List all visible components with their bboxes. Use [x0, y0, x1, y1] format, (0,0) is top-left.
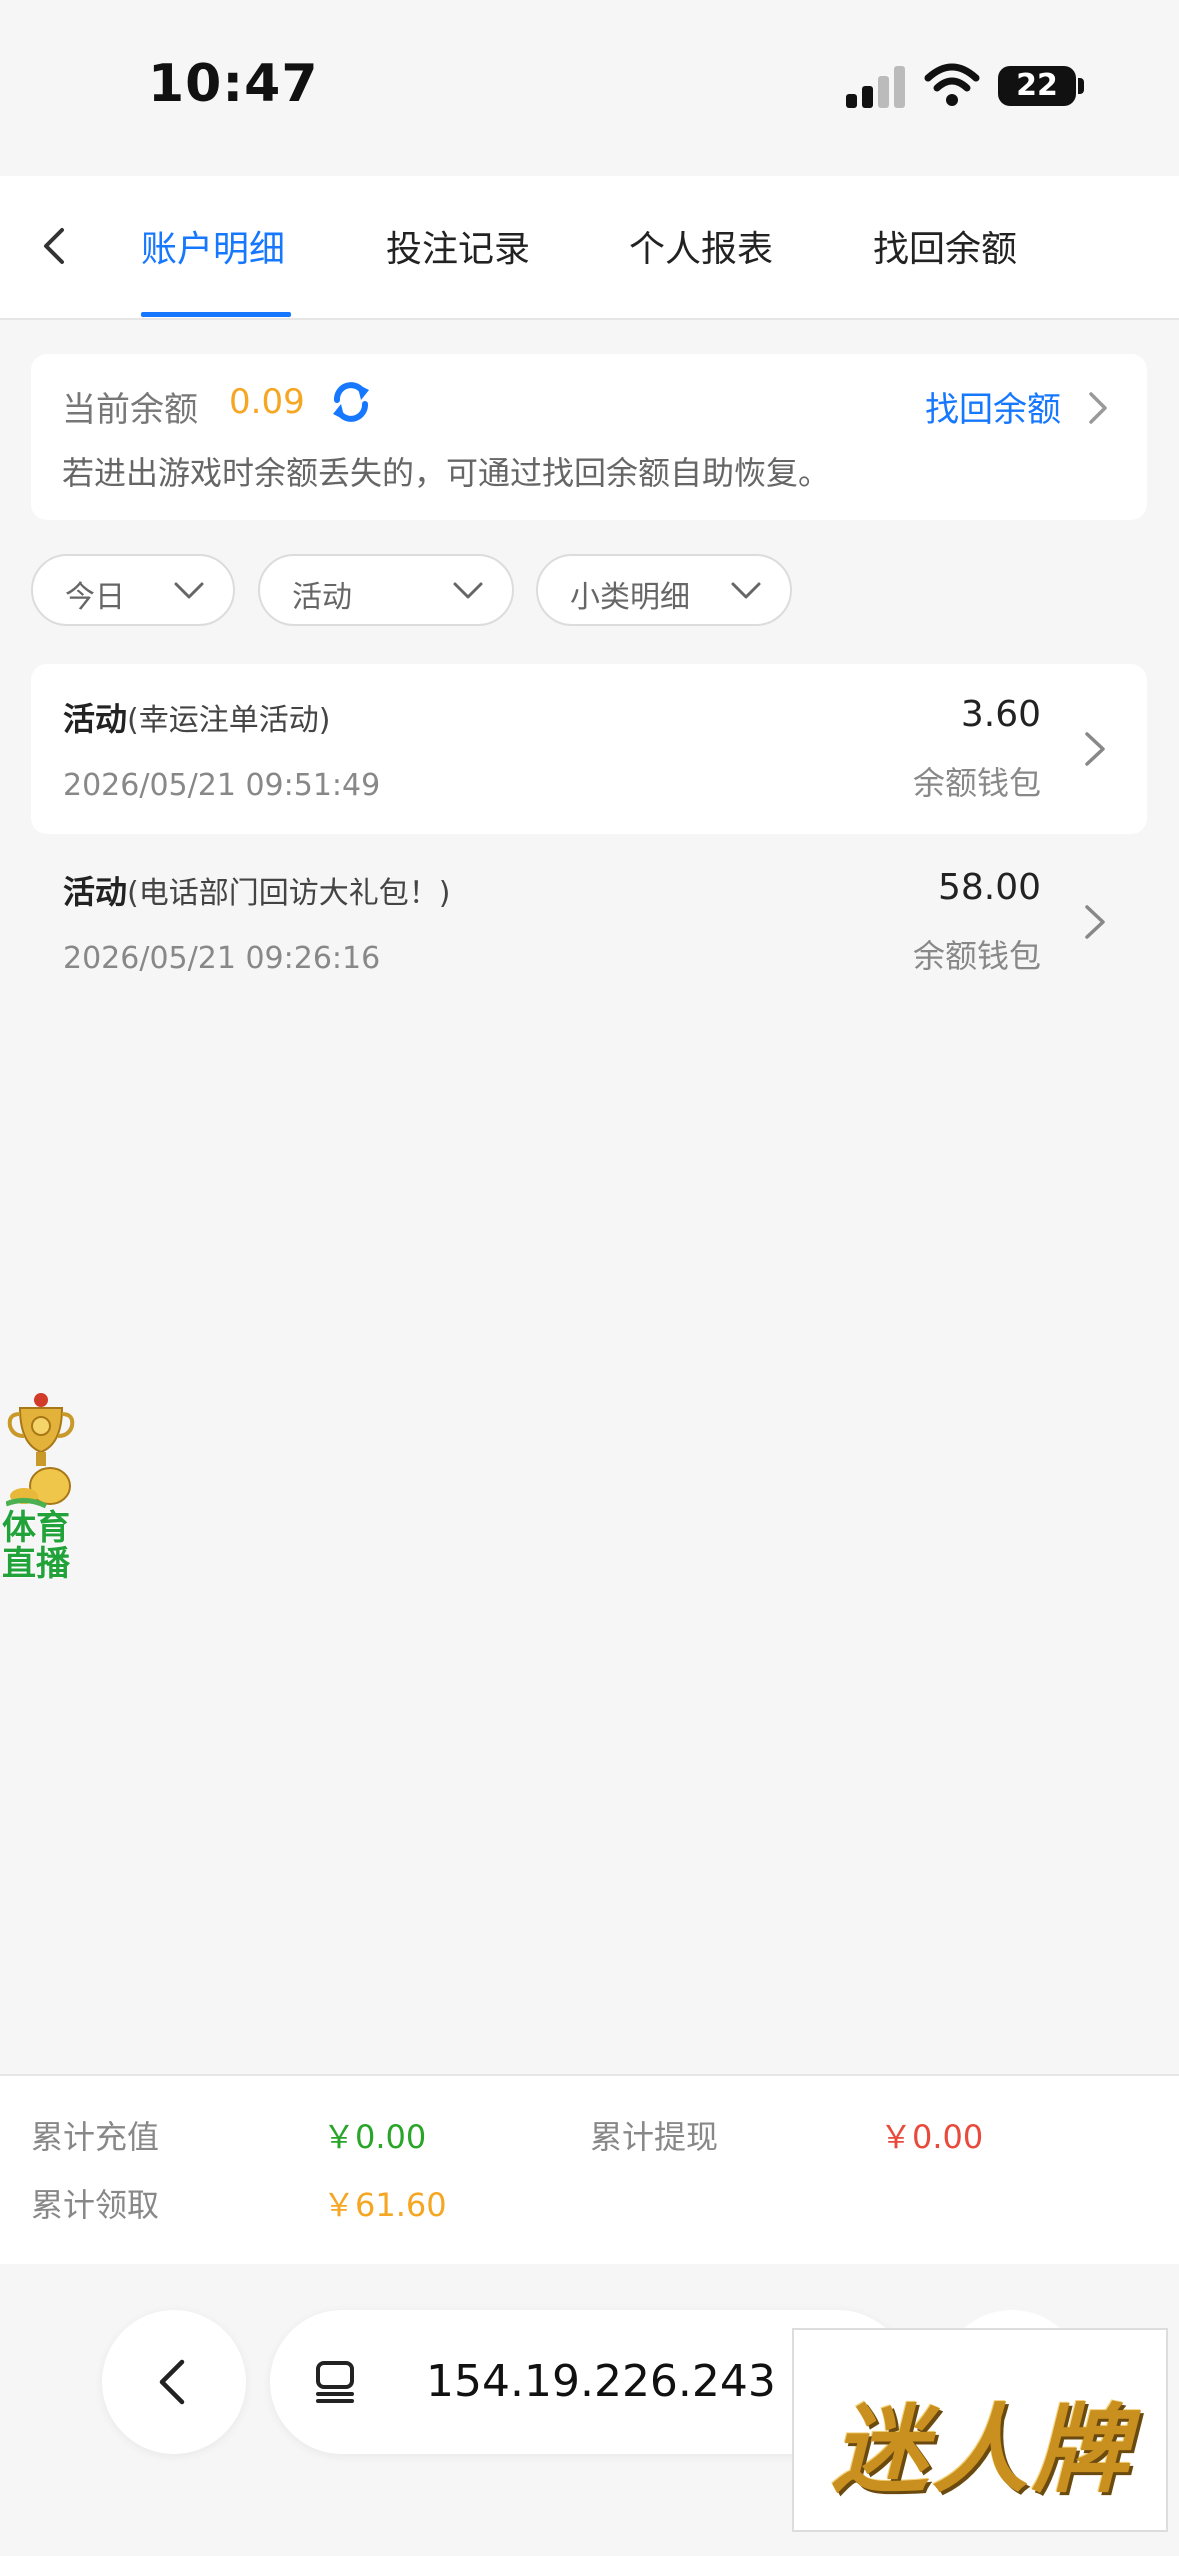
claim-total-label: 累计领取 — [31, 2186, 160, 2224]
list-item[interactable]: 活动(电话部门回访大礼包！) 2026/05/21 09:26:16 58.00… — [31, 837, 1147, 1007]
back-chevron-icon[interactable] — [26, 216, 86, 276]
record-amount: 3.60 — [960, 694, 1041, 735]
record-wallet: 余额钱包 — [912, 937, 1041, 975]
tab-bar: 账户明细 投注记录 个人报表 找回余额 — [0, 176, 1179, 320]
record-desc: (幸运注单活动) — [127, 703, 331, 738]
list-item[interactable]: 活动(幸运注单活动) 2026/05/21 09:51:49 3.60 余额钱包 — [31, 664, 1147, 834]
watermark-logo: 迷人牌 — [792, 2328, 1168, 2532]
cellular-signal-icon — [846, 66, 906, 108]
record-title: 活动(幸运注单活动) — [63, 694, 330, 740]
active-tab-indicator — [141, 312, 291, 317]
record-type: 活动 — [63, 873, 128, 911]
record-wallet: 余额钱包 — [912, 764, 1041, 802]
sports-live-floating-button[interactable]: 体育 直播 — [0, 1392, 82, 1592]
filter-subcategory[interactable]: 小类明细 — [536, 554, 792, 626]
sports-live-line1: 体育 — [2, 1508, 70, 1548]
filter-date-label: 今日 — [65, 580, 125, 615]
sports-live-line2: 直播 — [2, 1544, 70, 1584]
battery-icon: 22 — [998, 66, 1076, 106]
tabs-list-icon — [316, 2361, 354, 2403]
filter-date[interactable]: 今日 — [31, 554, 235, 626]
watermark-text: 迷人牌 — [832, 2394, 1132, 2506]
record-amount: 58.00 — [937, 867, 1041, 908]
refresh-icon[interactable] — [327, 378, 375, 426]
filter-subcategory-label: 小类明细 — [570, 580, 690, 615]
summary-footer: 累计充值 ￥0.00 累计提现 ￥0.00 累计领取 ￥61.60 — [0, 2074, 1179, 2264]
deposit-total-value: ￥0.00 — [323, 2118, 427, 2156]
filter-category[interactable]: 活动 — [258, 554, 514, 626]
wifi-icon — [924, 63, 980, 106]
record-time: 2026/05/21 09:51:49 — [63, 768, 381, 803]
tab-account-details[interactable]: 账户明细 — [141, 220, 285, 272]
balance-card: 当前余额 0.09 找回余额 若进出游戏时余额丢失的，可通过找回余额自助恢复。 — [31, 354, 1147, 520]
record-time: 2026/05/21 09:26:16 — [63, 941, 381, 976]
chevron-down-icon — [453, 582, 483, 599]
chevron-right-icon[interactable] — [1085, 388, 1113, 428]
withdraw-total-value: ￥0.00 — [880, 2118, 984, 2156]
status-bar: 10:47 22 — [0, 0, 1179, 176]
recover-balance-link[interactable]: 找回余额 — [925, 382, 1061, 431]
chevron-right-icon — [1085, 732, 1105, 766]
back-chevron-icon — [159, 2359, 185, 2405]
browser-back-button[interactable] — [102, 2310, 246, 2454]
chevron-down-icon — [731, 582, 761, 599]
tab-personal-report[interactable]: 个人报表 — [629, 220, 773, 272]
record-desc: (电话部门回访大礼包！) — [127, 876, 451, 911]
withdraw-total-label: 累计提现 — [590, 2118, 719, 2156]
record-title: 活动(电话部门回访大礼包！) — [63, 867, 450, 913]
balance-label: 当前余额 — [62, 390, 198, 430]
address-bar-url: 154.19.226.243 — [426, 2356, 776, 2407]
tab-bet-records[interactable]: 投注记录 — [386, 220, 530, 272]
chevron-down-icon — [174, 582, 204, 599]
balance-note: 若进出游戏时余额丢失的，可通过找回余额自助恢复。 — [62, 454, 831, 492]
sports-live-label: 体育 直播 — [2, 1510, 82, 1582]
balance-value: 0.09 — [229, 382, 305, 422]
filter-category-label: 活动 — [292, 580, 352, 615]
deposit-total-label: 累计充值 — [31, 2118, 160, 2156]
tab-recover-balance[interactable]: 找回余额 — [873, 220, 1017, 272]
trophy-icon — [6, 1393, 75, 1509]
status-time: 10:47 — [148, 54, 319, 114]
chevron-right-icon — [1085, 905, 1105, 939]
record-type: 活动 — [63, 700, 128, 738]
battery-tip — [1078, 78, 1084, 94]
claim-total-value: ￥61.60 — [323, 2186, 447, 2224]
